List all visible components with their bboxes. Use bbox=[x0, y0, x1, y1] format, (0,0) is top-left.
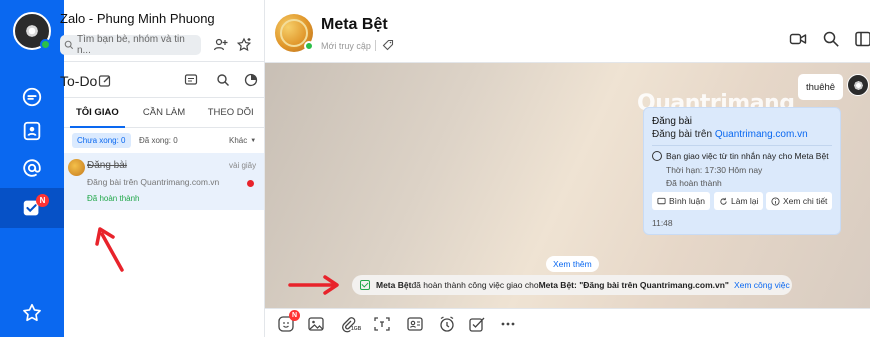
task-assigned-text: Bạn giao việc từ tin nhắn này cho Meta B… bbox=[666, 151, 829, 161]
task-status: Đã hoàn thành bbox=[87, 194, 140, 203]
view-task-link[interactable]: Xem công việc bbox=[734, 280, 790, 290]
panel-header: Zalo - Phung Minh Phuong Tìm bạn bè, nhó… bbox=[60, 0, 264, 62]
chat-area: Meta Bệt Mới truy cập Quantrimang thuêhê… bbox=[265, 0, 870, 337]
check-icon bbox=[360, 280, 370, 290]
task-item[interactable]: Đăng bài vài giây Đăng bài trên Quantrim… bbox=[64, 153, 264, 210]
task-name: Đăng bài bbox=[87, 160, 128, 171]
left-rail: N bbox=[0, 0, 64, 337]
task-filters: Chưa xong: 0 Đã xong: 0 Khác ▼ bbox=[64, 130, 264, 152]
redo-button-label: Làm lại bbox=[731, 196, 759, 206]
search-icon[interactable] bbox=[822, 30, 840, 48]
todo-badge: N bbox=[36, 194, 49, 207]
image-icon[interactable] bbox=[307, 315, 325, 333]
chat-icon bbox=[22, 87, 42, 107]
task-completed-notice: Meta Bệt đã hoàn thành công việc giao ch… bbox=[352, 275, 792, 295]
annotation-arrow-right-icon bbox=[288, 275, 339, 295]
task-due: Thời hạn: 17:30 Hôm nay bbox=[666, 165, 763, 175]
filter-sort-dropdown[interactable]: Khác ▼ bbox=[224, 133, 261, 148]
task-card-title: Đăng bài bbox=[652, 116, 693, 127]
search-task-icon[interactable] bbox=[216, 73, 230, 87]
tab-following[interactable]: THEO DÕI bbox=[197, 98, 264, 127]
filter-finished[interactable]: Đã xong: 0 bbox=[134, 133, 183, 148]
tab-to-do[interactable]: CẦN LÀM bbox=[131, 98, 198, 127]
view-detail-button[interactable]: Xem chi tiết bbox=[766, 192, 833, 210]
new-task-icon[interactable] bbox=[98, 74, 112, 88]
star-icon bbox=[23, 303, 41, 322]
at-icon bbox=[23, 159, 41, 177]
my-avatar bbox=[847, 74, 869, 96]
rail-todo-button[interactable]: N bbox=[0, 188, 64, 228]
sidebar-toggle-icon[interactable] bbox=[854, 30, 870, 48]
contact-card-icon[interactable] bbox=[406, 315, 424, 333]
comment-button[interactable]: Bình luận bbox=[652, 192, 710, 210]
task-description: Đăng bài trên Quantrimang.com.vn bbox=[87, 177, 220, 187]
redo-icon bbox=[720, 197, 727, 205]
contact-name[interactable]: Meta Bệt bbox=[321, 16, 388, 34]
task-time: vài giây bbox=[229, 161, 257, 170]
create-group-icon[interactable] bbox=[236, 37, 252, 53]
rail-favorites-button[interactable] bbox=[0, 293, 64, 333]
online-indicator bbox=[304, 41, 314, 51]
task-card-description: Đăng bài trên Quantrimang.com.vn bbox=[652, 129, 808, 140]
redo-button[interactable]: Làm lại bbox=[714, 192, 764, 210]
search-input[interactable]: Tìm bạn bè, nhóm và tin n... bbox=[60, 34, 201, 56]
reminder-icon[interactable] bbox=[438, 315, 456, 333]
notice-actor: Meta Bệt bbox=[376, 280, 412, 290]
todo-header: To-Do bbox=[60, 62, 264, 98]
divider bbox=[375, 40, 376, 51]
comment-button-label: Bình luận bbox=[669, 196, 705, 206]
info-icon bbox=[771, 196, 780, 206]
notice-task: : "Đăng bài trên Quantrimang.com.vn" bbox=[574, 280, 729, 290]
sticker-badge: N bbox=[289, 310, 300, 321]
chevron-down-icon: ▼ bbox=[250, 137, 257, 144]
tab-assigned[interactable]: TÔI GIAO bbox=[64, 98, 131, 128]
user-avatar[interactable] bbox=[13, 12, 51, 50]
comment-icon bbox=[657, 197, 666, 204]
rail-mentions-button[interactable] bbox=[0, 148, 64, 188]
sent-message[interactable]: thuêhê bbox=[798, 74, 844, 100]
task-card-time: 11:48 bbox=[652, 218, 673, 228]
app-title: Zalo - Phung Minh Phuong bbox=[60, 11, 215, 26]
task-avatar bbox=[68, 159, 85, 176]
annotation-arrow-up-icon bbox=[95, 227, 124, 272]
contact-avatar[interactable] bbox=[275, 14, 314, 52]
unread-dot bbox=[247, 180, 254, 187]
contacts-icon bbox=[23, 121, 41, 141]
see-more-button[interactable]: Xem thêm bbox=[546, 256, 599, 272]
search-icon bbox=[64, 40, 74, 50]
tag-icon[interactable] bbox=[382, 39, 394, 51]
composer-toolbar: N 1GB bbox=[265, 308, 870, 337]
file-size-label: 1GB bbox=[351, 326, 362, 332]
view-detail-button-label: Xem chi tiết bbox=[783, 196, 828, 206]
todo-tabs: TÔI GIAO CẦN LÀM THEO DÕI bbox=[64, 98, 264, 128]
add-friend-icon[interactable] bbox=[213, 37, 229, 53]
task-icon[interactable] bbox=[468, 315, 486, 333]
video-call-icon[interactable] bbox=[789, 30, 807, 48]
task-card-link[interactable]: Quantrimang.com.vn bbox=[715, 129, 808, 140]
more-options-icon[interactable] bbox=[499, 315, 517, 333]
online-indicator bbox=[40, 39, 51, 50]
stats-icon[interactable] bbox=[244, 73, 258, 87]
task-done-status: Đã hoàn thành bbox=[666, 178, 722, 188]
task-card: Đăng bài Đăng bài trên Quantrimang.com.v… bbox=[643, 107, 841, 235]
filter-unfinished[interactable]: Chưa xong: 0 bbox=[72, 133, 131, 148]
todo-title: To-Do bbox=[60, 73, 98, 89]
search-placeholder: Tìm bạn bè, nhóm và tin n... bbox=[76, 34, 185, 56]
chat-header: Meta Bệt Mới truy cập bbox=[265, 0, 870, 63]
todo-panel: Zalo - Phung Minh Phuong Tìm bạn bè, nhó… bbox=[60, 0, 265, 337]
contact-status: Mới truy cập bbox=[321, 41, 371, 51]
sort-label: Khác bbox=[229, 136, 248, 145]
notice-target: Meta Bệt bbox=[538, 280, 575, 290]
rail-contacts-button[interactable] bbox=[0, 111, 64, 151]
comment-icon[interactable] bbox=[184, 73, 198, 87]
task-checkbox[interactable] bbox=[652, 151, 662, 161]
divider bbox=[652, 145, 832, 146]
notice-middle: đã hoàn thành công việc giao cho bbox=[411, 280, 539, 290]
chat-messages: Quantrimang thuêhê Đăng bài Đăng bài trê… bbox=[265, 63, 870, 308]
screenshot-icon[interactable] bbox=[373, 315, 391, 333]
